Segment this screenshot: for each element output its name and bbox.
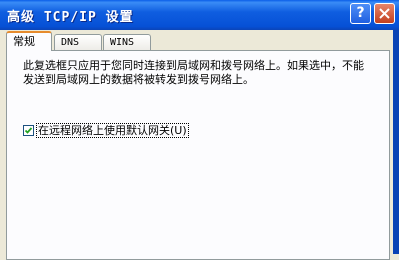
window-frame-right — [393, 30, 399, 254]
tab-general[interactable]: 常规 — [6, 31, 52, 51]
title-bar[interactable]: 高级 TCP/IP 设置 ? — [0, 0, 399, 30]
window-title: 高级 TCP/IP 设置 — [7, 10, 134, 25]
default-gateway-label[interactable]: 在远程网络上使用默认网关(U) — [36, 123, 189, 138]
tab-dns[interactable]: DNS — [54, 34, 102, 51]
checkmark-icon — [24, 127, 33, 134]
help-icon: ? — [356, 5, 365, 21]
close-icon — [379, 8, 390, 19]
default-gateway-checkbox[interactable] — [23, 125, 34, 136]
tab-wins[interactable]: WINS — [103, 34, 151, 51]
close-button[interactable] — [374, 3, 395, 24]
help-button[interactable]: ? — [350, 3, 371, 24]
description-text: 此复选框只应用于您同时连接到局域网和拨号网络上。如果选中，不能发送到局域网上的数… — [23, 59, 364, 86]
tab-panel-general: 此复选框只应用于您同时连接到局域网和拨号网络上。如果选中，不能发送到局域网上的数… — [6, 50, 390, 260]
default-gateway-option[interactable]: 在远程网络上使用默认网关(U) — [23, 123, 189, 138]
